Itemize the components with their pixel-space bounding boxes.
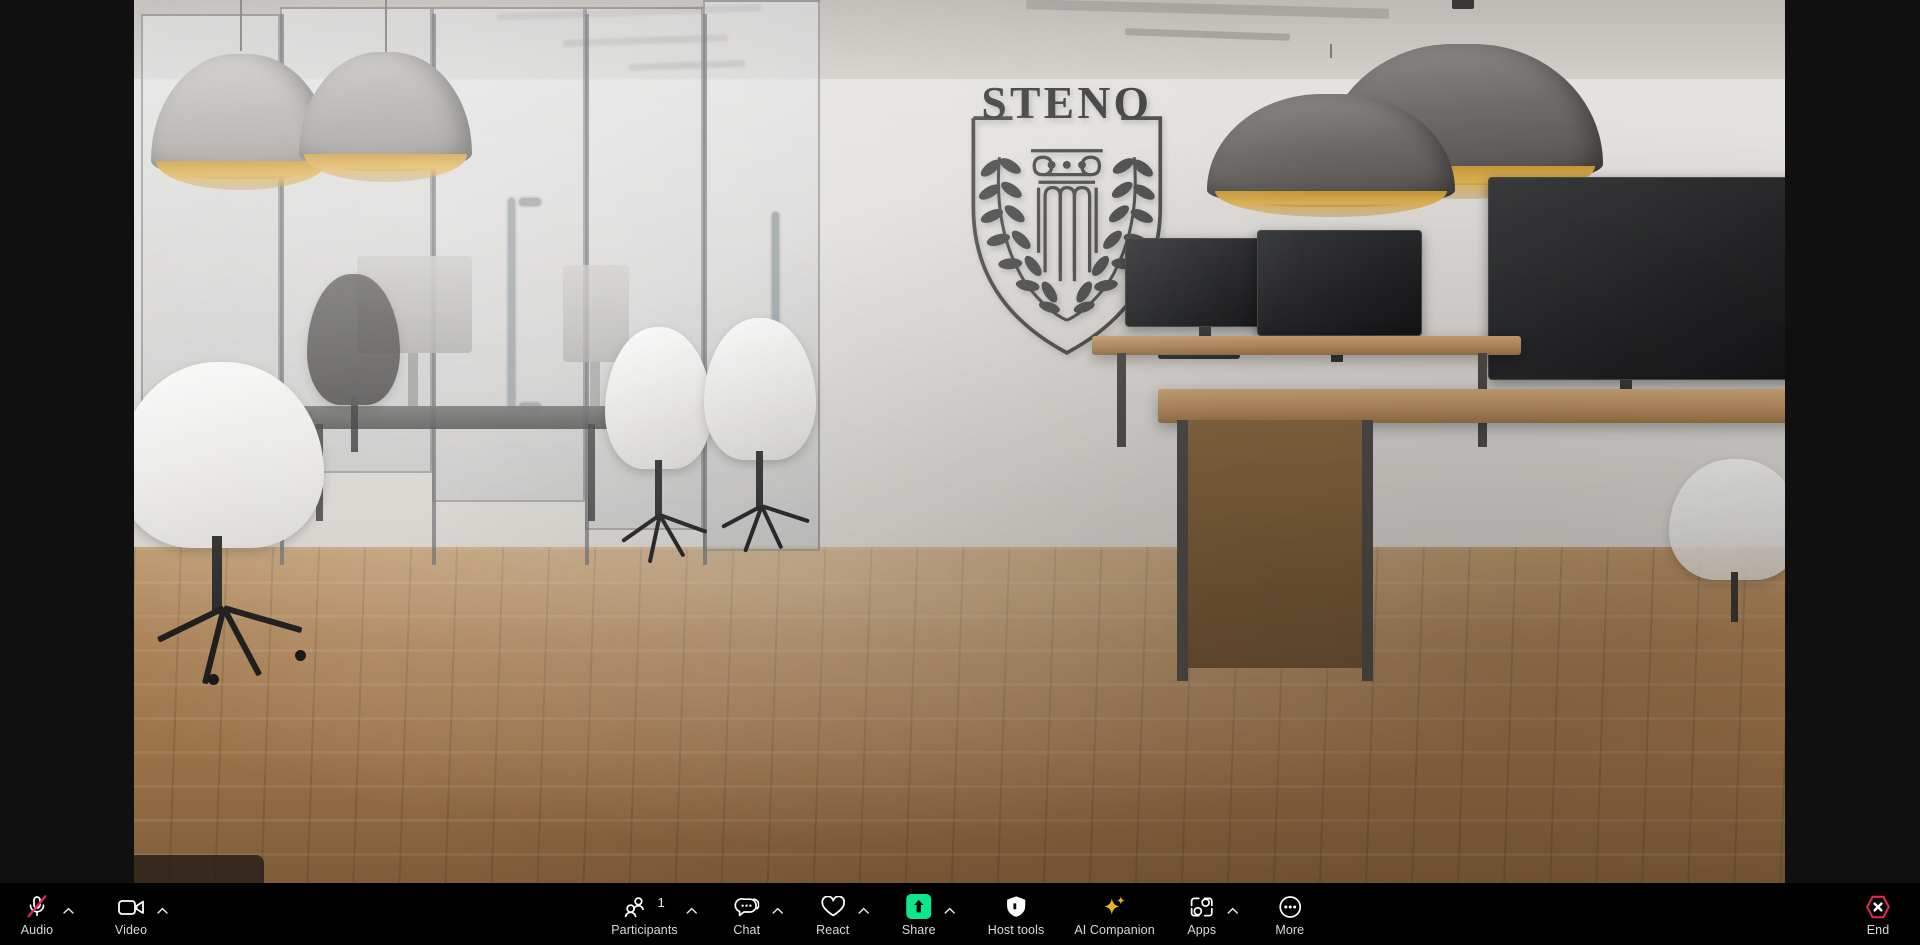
lamp-cord xyxy=(240,0,243,51)
desk-top xyxy=(1157,388,1785,424)
ai-companion-button[interactable]: AI Companion xyxy=(1068,890,1160,939)
participants-icon xyxy=(623,894,649,920)
chair-post xyxy=(654,459,662,520)
share-options-caret[interactable] xyxy=(940,896,960,926)
lamp-gold-rim xyxy=(304,153,468,182)
share-button[interactable]: Share xyxy=(896,890,942,939)
participants-button[interactable]: 1 Participants xyxy=(605,890,684,939)
desk-leg xyxy=(1362,420,1374,681)
react-label: React xyxy=(816,922,850,937)
chair-base xyxy=(711,504,810,553)
more-button[interactable]: More xyxy=(1265,890,1315,939)
react-options-caret[interactable] xyxy=(854,896,874,926)
pendant-lamp xyxy=(299,0,473,185)
office-chair-foreground xyxy=(134,362,324,686)
share-label: Share xyxy=(901,922,936,937)
apps-label: Apps xyxy=(1187,922,1217,937)
desk-leg xyxy=(1117,352,1127,447)
participants-count: 1 xyxy=(657,894,665,910)
chair-post xyxy=(350,396,358,452)
participants-options-caret[interactable] xyxy=(682,896,702,926)
share-screen-icon xyxy=(906,894,932,920)
end-call-icon xyxy=(1865,894,1891,920)
virtual-background-scene: STENO xyxy=(134,0,1785,883)
office-chair xyxy=(1669,459,1785,653)
end-call-button[interactable]: End xyxy=(1854,890,1902,939)
chair-post xyxy=(756,451,764,511)
chair-base xyxy=(612,513,708,564)
svg-text:STENO: STENO xyxy=(981,79,1152,128)
table-leg xyxy=(588,423,596,521)
zoom-meeting-window: STENO Audio Video 1 Participants Chat Re… xyxy=(0,0,1920,945)
desk-leg xyxy=(1177,420,1189,681)
ai-companion-label: AI Companion xyxy=(1074,922,1155,937)
apps-button[interactable]: Apps xyxy=(1179,890,1225,939)
toolbar-center-group: 1 Participants Chat React Share Host too… xyxy=(605,890,1315,939)
video-button[interactable]: Video xyxy=(108,890,154,939)
participants-label: Participants xyxy=(611,922,678,937)
office-chair xyxy=(604,326,712,564)
chat-control-pair: Chat xyxy=(724,890,792,939)
shield-icon xyxy=(1005,894,1027,920)
desk-side-panel xyxy=(1177,420,1363,669)
lamp-shade xyxy=(1207,93,1455,207)
apps-icon xyxy=(1189,894,1214,920)
monitor-stand xyxy=(589,362,600,407)
video-tile-self[interactable]: STENO xyxy=(134,0,1785,883)
lamp-cap xyxy=(1451,0,1475,9)
microphone-muted-icon xyxy=(25,894,49,920)
apps-options-caret[interactable] xyxy=(1223,896,1243,926)
participants-control-pair: 1 Participants xyxy=(605,890,706,939)
chat-options-caret[interactable] xyxy=(768,896,788,926)
glass-door-handle xyxy=(508,197,516,410)
chair-post xyxy=(1731,571,1739,623)
video-control-pair: Video xyxy=(108,890,176,939)
audio-button[interactable]: Audio xyxy=(14,890,60,939)
heart-icon xyxy=(820,894,846,920)
sparkle-icon xyxy=(1102,894,1128,920)
monitor xyxy=(1487,176,1785,380)
participant-name-label xyxy=(134,855,264,883)
audio-options-caret[interactable] xyxy=(58,896,78,926)
lamp-cord xyxy=(384,0,387,56)
chair-seat xyxy=(134,362,324,549)
chat-bubble-icon xyxy=(734,894,760,920)
desk-top xyxy=(1091,335,1521,356)
chair-post xyxy=(212,536,223,615)
more-dots-icon xyxy=(1278,894,1302,920)
host-tools-label: Host tools xyxy=(987,922,1045,937)
react-control-pair: React xyxy=(810,890,878,939)
monitor xyxy=(1256,229,1422,336)
chair-seat xyxy=(703,317,816,461)
lamp-shade xyxy=(299,51,473,171)
toolbar-right-group: End xyxy=(1854,890,1902,939)
more-label: More xyxy=(1275,922,1305,937)
audio-control-pair: Audio xyxy=(14,890,82,939)
lamp-gold-rim xyxy=(1214,190,1448,218)
video-options-caret[interactable] xyxy=(152,896,172,926)
share-control-pair: Share xyxy=(896,890,964,939)
lamp-cord xyxy=(1329,44,1332,59)
video-label: Video xyxy=(114,922,148,937)
video-stage: STENO xyxy=(0,0,1920,883)
react-button[interactable]: React xyxy=(810,890,856,939)
end-call-label: End xyxy=(1866,922,1890,937)
chat-button[interactable]: Chat xyxy=(724,890,770,939)
host-tools-button[interactable]: Host tools xyxy=(982,890,1051,939)
camera-icon xyxy=(117,894,145,920)
apps-control-pair: Apps xyxy=(1179,890,1247,939)
audio-label: Audio xyxy=(20,922,54,937)
toolbar-left-group: Audio Video xyxy=(14,890,176,939)
glass-door-handle xyxy=(518,197,541,207)
chair-seat xyxy=(1669,459,1785,580)
monitor-stand xyxy=(408,353,419,407)
chat-label: Chat xyxy=(733,922,761,937)
chair-seat xyxy=(604,326,712,470)
pendant-lamp xyxy=(1207,44,1455,221)
office-chair xyxy=(703,317,816,553)
meeting-toolbar: Audio Video 1 Participants Chat React Sh… xyxy=(0,883,1920,945)
